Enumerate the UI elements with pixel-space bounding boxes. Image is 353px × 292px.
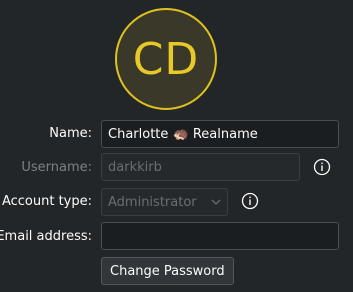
user-account-form: CD Name: Charlotte 🦔 Realname Username: …	[0, 0, 353, 292]
username-label: Username:	[21, 160, 92, 175]
name-field[interactable]: Charlotte 🦔 Realname	[101, 120, 339, 148]
username-placeholder: darkkirb	[108, 159, 162, 175]
account-type-label: Account type:	[1, 194, 92, 209]
avatar[interactable]: CD	[115, 8, 217, 110]
change-password-button[interactable]: Change Password	[101, 257, 234, 285]
chevron-down-icon	[211, 199, 221, 205]
name-value: Charlotte 🦔 Realname	[108, 126, 258, 142]
avatar-initials: CD	[132, 33, 200, 85]
email-field[interactable]	[101, 222, 339, 250]
account-type-select[interactable]: Administrator	[101, 188, 228, 216]
username-info-icon[interactable]	[313, 158, 331, 176]
change-password-label: Change Password	[110, 263, 225, 279]
account-type-info-icon[interactable]	[241, 192, 259, 210]
account-type-selected: Administrator	[108, 194, 197, 210]
username-field: darkkirb	[101, 153, 300, 181]
email-label: Email address:	[0, 229, 92, 244]
name-label: Name:	[49, 126, 92, 141]
